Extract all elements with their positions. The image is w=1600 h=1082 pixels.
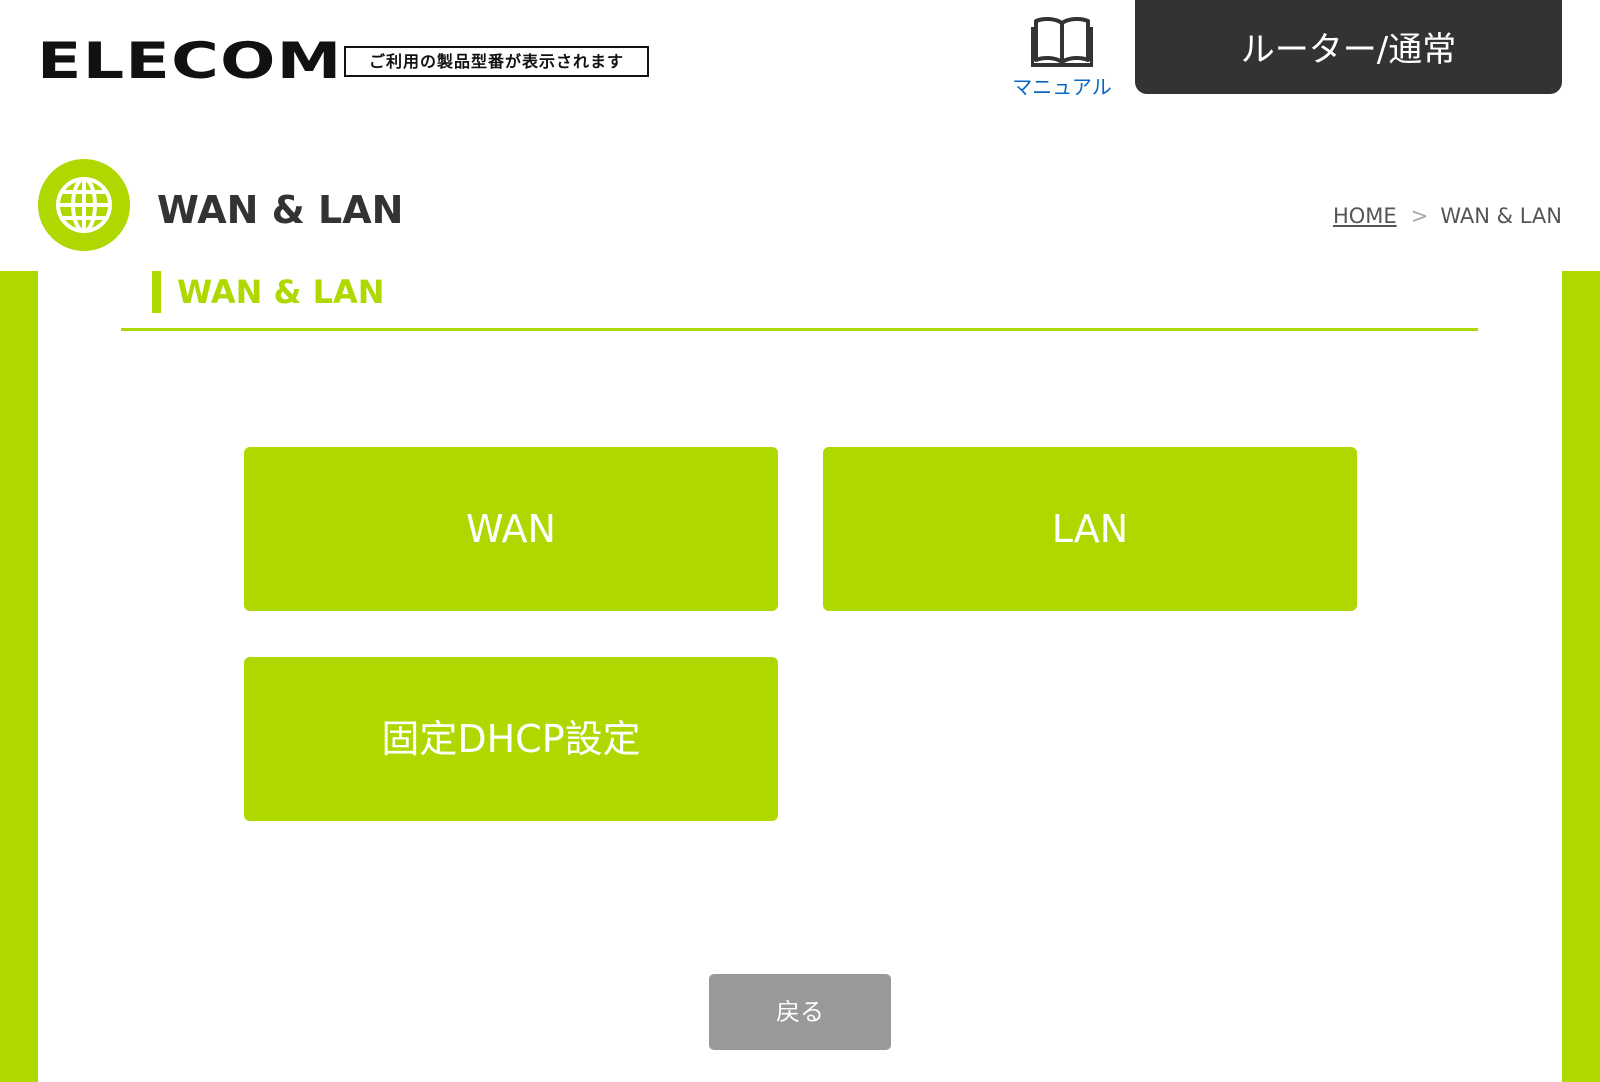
left-side-border	[0, 271, 38, 1082]
section-divider	[121, 328, 1478, 331]
section-title: WAN & LAN	[177, 273, 385, 311]
right-side-border	[1562, 271, 1600, 1082]
breadcrumb-separator: >	[1410, 204, 1429, 228]
mode-tab[interactable]: ルーター/通常	[1135, 0, 1562, 94]
wan-button[interactable]: WAN	[244, 447, 778, 611]
breadcrumb-home-link[interactable]: HOME	[1333, 204, 1397, 228]
elecom-logo: ELECOM	[37, 32, 343, 90]
back-button[interactable]: 戻る	[709, 974, 891, 1050]
globe-icon	[38, 159, 130, 251]
manual-label: マニュアル	[1012, 75, 1112, 99]
breadcrumb: HOME > WAN & LAN	[1333, 202, 1562, 230]
static-dhcp-button[interactable]: 固定DHCP設定	[244, 657, 778, 821]
breadcrumb-current: WAN & LAN	[1440, 204, 1562, 228]
section-title-marker	[152, 271, 161, 313]
page-title: WAN & LAN	[157, 188, 404, 232]
book-icon	[1006, 15, 1118, 67]
lan-button[interactable]: LAN	[823, 447, 1357, 611]
manual-link[interactable]: マニュアル	[1006, 15, 1118, 100]
model-number-box: ご利用の製品型番が表示されます	[344, 46, 649, 77]
